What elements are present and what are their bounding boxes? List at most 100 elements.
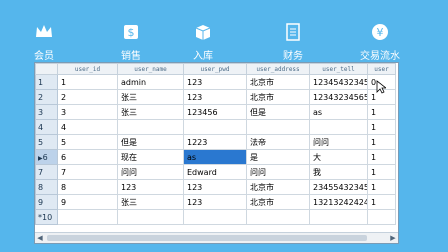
cell-user-tell[interactable]: as — [309, 104, 368, 120]
table-row[interactable]: 5 5 但是 1223 法帝 问问 1 — [35, 134, 396, 150]
table-row-new[interactable]: *10 — [35, 209, 396, 225]
toolbar-transactions-button[interactable]: ¥ 交易流水 — [350, 0, 410, 64]
cell-user-id[interactable]: 7 — [57, 164, 118, 180]
cell-user-extra[interactable]: 1 — [367, 134, 396, 150]
cell-user-address[interactable]: 北京市 — [246, 194, 310, 210]
row-header[interactable]: 5 — [35, 134, 58, 150]
table-row-selected[interactable]: ▶6 6 现在 as 是 大 1 — [35, 149, 396, 165]
cell-user-id[interactable]: 4 — [57, 119, 118, 135]
cell-user-tell[interactable]: 23455432345 — [309, 179, 368, 195]
cell-user-tell[interactable]: 问问 — [309, 134, 368, 150]
cell-user-name[interactable]: 张三 — [117, 194, 184, 210]
cell-user-pwd[interactable]: 123456 — [183, 104, 247, 120]
cell-user-id[interactable]: 9 — [57, 194, 118, 210]
cell-user-name[interactable]: 张三 — [117, 89, 184, 105]
cell-user-pwd[interactable]: 1223 — [183, 134, 247, 150]
row-header[interactable]: 2 — [35, 89, 58, 105]
yen-icon: ¥ — [372, 24, 388, 40]
cell-user-name[interactable]: 但是 — [117, 134, 184, 150]
cell-user-address[interactable]: 北京市 — [246, 89, 310, 105]
cell-user-name[interactable] — [117, 119, 184, 135]
cell-user-address[interactable]: 是 — [246, 149, 310, 165]
table-row[interactable]: 7 7 问问 Edward 问问 我 1 — [35, 164, 396, 180]
table-row[interactable]: 4 4 1 — [35, 119, 396, 135]
cell-user-extra[interactable]: 1 — [367, 194, 396, 210]
svg-text:¥: ¥ — [377, 26, 384, 39]
cell-user-pwd[interactable] — [183, 119, 247, 135]
cell-user-tell[interactable]: 我 — [309, 164, 368, 180]
cell-user-name[interactable]: admin — [117, 74, 184, 90]
cell-user-name[interactable] — [117, 209, 184, 225]
cell-user-pwd-editing[interactable]: as — [183, 149, 247, 165]
cell-user-extra[interactable] — [367, 209, 396, 225]
box-icon — [195, 25, 211, 40]
toolbar-member-button[interactable]: 会员 — [14, 0, 74, 64]
cell-user-name[interactable]: 123 — [117, 179, 184, 195]
table-row[interactable]: 8 8 123 123 北京市 23455432345 1 — [35, 179, 396, 195]
cell-user-id[interactable]: 6 — [57, 149, 118, 165]
table-row[interactable]: 2 2 张三 123 北京市 12343234565 1 — [35, 89, 396, 105]
horizontal-scrollbar[interactable]: ◀ ▶ — [35, 232, 398, 243]
cell-user-address[interactable]: 法帝 — [246, 134, 310, 150]
cell-user-address[interactable] — [246, 119, 310, 135]
cell-user-id[interactable]: 8 — [57, 179, 118, 195]
row-header[interactable]: 7 — [35, 164, 58, 180]
cell-user-extra[interactable]: 1 — [367, 119, 396, 135]
cell-user-tell[interactable] — [309, 209, 368, 225]
row-header[interactable]: 3 — [35, 104, 58, 120]
cell-user-extra[interactable]: 1 — [367, 149, 396, 165]
row-header[interactable]: 9 — [35, 194, 58, 210]
table-row[interactable]: 1 1 admin 123 北京市 12345432345 0 — [35, 74, 396, 90]
cell-user-address[interactable]: 问问 — [246, 164, 310, 180]
cell-user-id[interactable]: 3 — [57, 104, 118, 120]
cell-user-extra[interactable]: 1 — [367, 164, 396, 180]
column-header-user-tell[interactable]: user_tell — [309, 63, 368, 75]
row-header[interactable]: 1 — [35, 74, 58, 90]
cell-user-address[interactable]: 但是 — [246, 104, 310, 120]
new-row-header[interactable]: *10 — [35, 209, 58, 225]
cell-user-address[interactable] — [246, 209, 310, 225]
cell-user-pwd[interactable]: 123 — [183, 74, 247, 90]
row-header[interactable]: 4 — [35, 119, 58, 135]
main-toolbar: 会员 $ 销售 入库 财务 ¥ 交易流水 — [0, 0, 448, 64]
scroll-right-arrow-icon[interactable]: ▶ — [388, 233, 398, 243]
toolbar-stock-in-button[interactable]: 入库 — [173, 0, 233, 64]
cell-user-extra[interactable]: 1 — [367, 179, 396, 195]
cell-user-address[interactable]: 北京市 — [246, 179, 310, 195]
users-data-grid[interactable]: user_id user_name user_pwd user_address … — [34, 62, 399, 244]
cell-user-id[interactable]: 2 — [57, 89, 118, 105]
cell-user-tell[interactable] — [309, 119, 368, 135]
cell-user-pwd[interactable]: 123 — [183, 194, 247, 210]
column-header-user-id[interactable]: user_id — [57, 63, 118, 75]
toolbar-sales-button[interactable]: $ 销售 — [101, 0, 161, 64]
cell-user-name[interactable]: 问问 — [117, 164, 184, 180]
column-header-user-extra[interactable]: user — [367, 63, 396, 75]
column-header-user-pwd[interactable]: user_pwd — [183, 63, 247, 75]
cell-user-pwd[interactable]: Edward — [183, 164, 247, 180]
cell-user-tell[interactable]: 12345432345 — [309, 74, 368, 90]
column-header-user-address[interactable]: user_address — [246, 63, 310, 75]
cell-user-id[interactable]: 1 — [57, 74, 118, 90]
cell-user-extra[interactable]: 1 — [367, 104, 396, 120]
cell-user-address[interactable]: 北京市 — [246, 74, 310, 90]
column-header-user-name[interactable]: user_name — [117, 63, 184, 75]
scrollbar-thumb[interactable] — [47, 235, 367, 241]
table-row[interactable]: 3 3 张三 123456 但是 as 1 — [35, 104, 396, 120]
cell-user-id[interactable]: 5 — [57, 134, 118, 150]
row-header[interactable]: 8 — [35, 179, 58, 195]
cell-user-tell[interactable]: 13213242424 — [309, 194, 368, 210]
table-row[interactable]: 9 9 张三 123 北京市 13213242424 1 — [35, 194, 396, 210]
cell-user-pwd[interactable]: 123 — [183, 179, 247, 195]
cell-user-id[interactable] — [57, 209, 118, 225]
svg-text:$: $ — [128, 26, 135, 39]
scroll-left-arrow-icon[interactable]: ◀ — [35, 233, 45, 243]
cell-user-pwd[interactable] — [183, 209, 247, 225]
toolbar-finance-button[interactable]: 财务 — [263, 0, 323, 64]
corner-header[interactable] — [35, 63, 58, 75]
cell-user-tell[interactable]: 12343234565 — [309, 89, 368, 105]
cell-user-name[interactable]: 现在 — [117, 149, 184, 165]
cell-user-name[interactable]: 张三 — [117, 104, 184, 120]
cell-user-pwd[interactable]: 123 — [183, 89, 247, 105]
row-header-selected[interactable]: ▶6 — [35, 149, 58, 165]
cell-user-tell[interactable]: 大 — [309, 149, 368, 165]
